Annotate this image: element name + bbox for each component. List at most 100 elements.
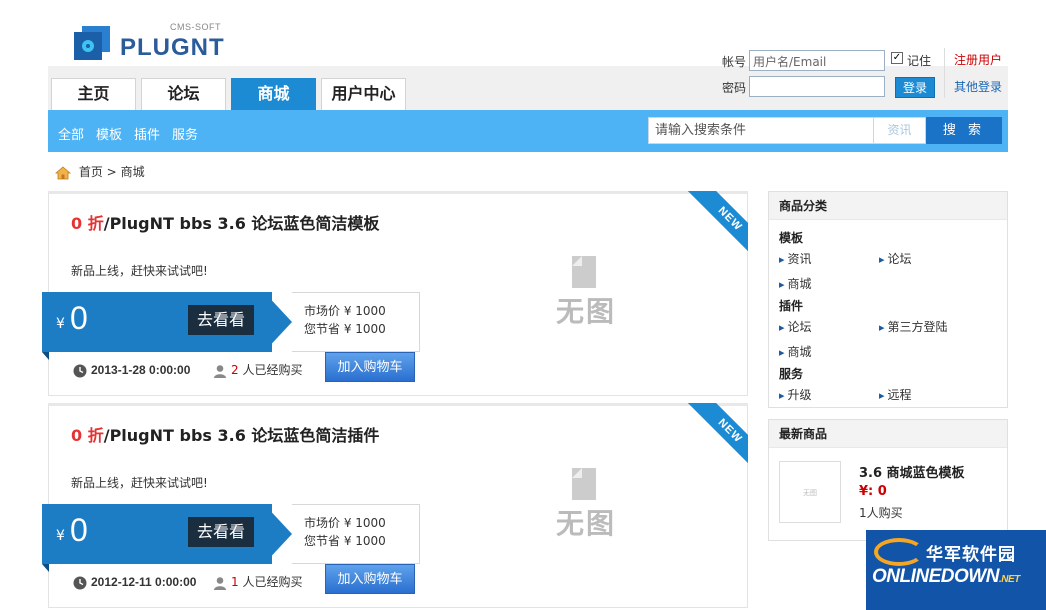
product-title[interactable]: 0 折/PlugNT bbs 3.6 论坛蓝色简洁插件 — [71, 422, 379, 446]
latest-product-thumbnail[interactable]: 无图 — [779, 461, 841, 523]
subnav-item-services[interactable]: 服务 — [172, 124, 198, 143]
site-logo[interactable]: CMS-SOFT PLUGNT — [74, 22, 224, 66]
search-category-select[interactable]: 资讯 — [874, 117, 926, 144]
buyer-count: 1 人已经购买 — [213, 574, 302, 590]
category-link[interactable]: 第三方登陆 — [879, 318, 948, 335]
breadcrumb-home[interactable]: 首页 — [79, 165, 103, 179]
saved-amount: 您节省 ¥ 1000 — [304, 534, 386, 548]
product-date: 2013-1-28 0:00:00 — [73, 362, 190, 378]
product-description: 新品上线，赶快来试试吧! — [71, 476, 208, 490]
subnav-item-all[interactable]: 全部 — [58, 124, 84, 143]
category-group-services: 服务 — [779, 367, 804, 381]
no-image-placeholder[interactable]: 无图 — [546, 464, 626, 540]
category-link[interactable]: 论坛 — [879, 250, 912, 267]
product-price: 0 — [70, 300, 88, 336]
price-banner-fold — [42, 352, 49, 360]
image-placeholder-icon — [572, 256, 596, 288]
login-divider — [944, 48, 945, 98]
breadcrumb-separator: > — [106, 165, 117, 179]
product-discount: 0 折 — [71, 426, 104, 445]
add-to-cart-button[interactable]: 加入购物车 — [325, 564, 415, 594]
home-icon — [55, 165, 71, 179]
new-badge-label: NEW — [688, 191, 748, 251]
category-link[interactable]: 商城 — [779, 275, 812, 292]
login-button[interactable]: 登录 — [895, 77, 935, 98]
logo-icon — [74, 26, 110, 60]
product-description: 新品上线，赶快来试试吧! — [71, 264, 208, 278]
watermark-en: ONLINEDOWN.NET — [872, 566, 1020, 588]
user-icon — [214, 576, 226, 590]
currency-symbol: ¥ — [56, 528, 65, 544]
clock-icon — [73, 364, 87, 377]
watermark-cn: 华军软件园 — [926, 545, 1016, 565]
category-link[interactable]: 资讯 — [779, 250, 812, 267]
category-link[interactable]: 远程 — [879, 386, 912, 403]
product-card: 0 折/PlugNT bbs 3.6 论坛蓝色简洁插件 新品上线，赶快来试试吧!… — [42, 403, 748, 608]
product-name: /PlugNT bbs 3.6 论坛蓝色简洁模板 — [103, 214, 380, 233]
view-button[interactable]: 去看看 — [188, 305, 254, 335]
product-date: 2012-12-11 0:00:00 — [73, 574, 196, 590]
date-text: 2012-12-11 0:00:00 — [91, 575, 197, 589]
latest-panel-title: 最新商品 — [769, 420, 1007, 448]
category-group-templates: 模板 — [779, 231, 804, 245]
no-image-label: 无图 — [555, 295, 616, 328]
category-panel: 商品分类 模板 资讯 论坛 商城 插件 论坛 第三方登陆 商城 服务 升级 远程 — [768, 191, 1008, 408]
price-banner-arrow — [264, 504, 292, 564]
buyer-count-text: 人已经购买 — [238, 575, 303, 589]
latest-products-panel: 最新商品 无图 3.6 商城蓝色模板 ¥: 0 1人购买 — [768, 419, 1008, 541]
clock-icon — [73, 576, 87, 589]
category-link[interactable]: 商城 — [779, 343, 812, 360]
search-input[interactable]: 请输入搜索条件 — [648, 117, 874, 144]
remember-checkbox[interactable]: ✓ — [891, 52, 903, 64]
remember-label: 记住 — [907, 54, 932, 68]
subnav-item-plugins[interactable]: 插件 — [134, 124, 160, 143]
product-discount: 0 折 — [71, 214, 104, 233]
category-link[interactable]: 论坛 — [779, 318, 812, 335]
buyer-count-number: 1 — [231, 575, 239, 589]
tab-home[interactable]: 主页 — [51, 78, 136, 110]
market-price: 市场价 ¥ 1000 — [304, 304, 386, 318]
breadcrumb: 首页 > 商城 — [55, 163, 145, 181]
logo-name: PLUGNT — [120, 34, 225, 61]
register-link[interactable]: 注册用户 — [954, 51, 1002, 68]
new-badge-label: NEW — [688, 403, 748, 463]
password-input[interactable] — [749, 76, 885, 97]
product-price: 0 — [70, 512, 88, 548]
price-box: ¥ 0 去看看 市场价 ¥ 1000 您节省 ¥ 1000 — [42, 504, 420, 572]
currency-symbol: ¥ — [56, 316, 65, 332]
price-banner-fold — [42, 564, 49, 572]
buyer-count-number: 2 — [231, 363, 239, 377]
tab-user-center[interactable]: 用户中心 — [321, 78, 406, 110]
user-icon — [214, 364, 226, 378]
logo-tagline: CMS-SOFT — [170, 22, 221, 32]
watermark-net: .NET — [998, 574, 1020, 585]
latest-product-buyers: 1人购买 — [859, 506, 903, 520]
tab-shop[interactable]: 商城 — [231, 78, 316, 110]
password-label: 密码 — [722, 81, 747, 95]
price-box: ¥ 0 去看看 市场价 ¥ 1000 您节省 ¥ 1000 — [42, 292, 420, 360]
latest-product-title[interactable]: 3.6 商城蓝色模板 — [859, 462, 965, 481]
product-title[interactable]: 0 折/PlugNT bbs 3.6 论坛蓝色简洁模板 — [71, 210, 379, 234]
buyer-count-text: 人已经购买 — [238, 363, 303, 377]
image-placeholder-icon — [572, 468, 596, 500]
category-link[interactable]: 升级 — [779, 386, 812, 403]
no-image-placeholder[interactable]: 无图 — [546, 252, 626, 328]
product-card: 0 折/PlugNT bbs 3.6 论坛蓝色简洁模板 新品上线，赶快来试试吧!… — [42, 191, 748, 396]
market-price: 市场价 ¥ 1000 — [304, 516, 386, 530]
account-input[interactable]: 用户名/Email — [749, 50, 885, 71]
subnav-item-templates[interactable]: 模板 — [96, 124, 122, 143]
tab-forum[interactable]: 论坛 — [141, 78, 226, 110]
category-panel-title: 商品分类 — [769, 192, 1007, 220]
other-login-link[interactable]: 其他登录 — [954, 78, 1002, 95]
add-to-cart-button[interactable]: 加入购物车 — [325, 352, 415, 382]
saved-amount: 您节省 ¥ 1000 — [304, 322, 386, 336]
account-label: 帐号 — [722, 55, 747, 69]
latest-product-price: ¥: 0 — [859, 484, 887, 499]
new-badge: NEW — [688, 191, 748, 251]
buyer-count: 2 人已经购买 — [213, 362, 302, 378]
watermark-en-text: ONLINEDOWN — [872, 566, 999, 587]
date-text: 2013-1-28 0:00:00 — [91, 363, 191, 377]
view-button[interactable]: 去看看 — [188, 517, 254, 547]
search-button[interactable]: 搜 索 — [926, 117, 1002, 144]
breadcrumb-current: 商城 — [120, 165, 145, 179]
